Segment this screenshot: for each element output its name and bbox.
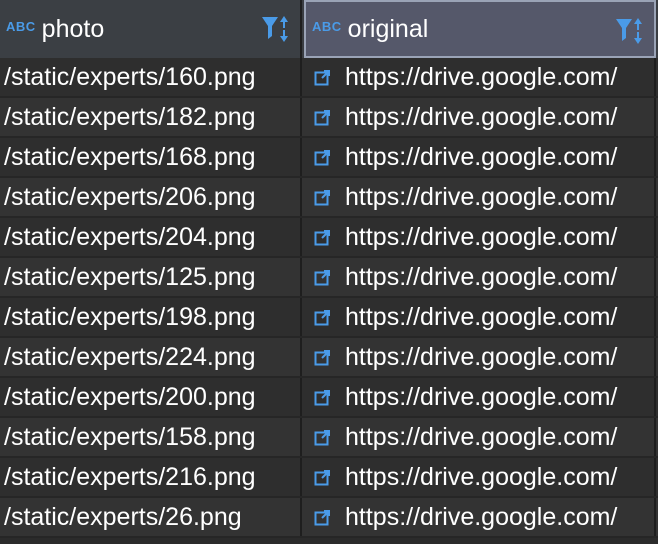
photo-cell[interactable]: /static/experts/216.png xyxy=(0,458,302,496)
data-grid: ABC photo ABC original /static/experts/1… xyxy=(0,0,658,544)
external-link-icon[interactable] xyxy=(314,69,331,86)
original-url: https://drive.google.com/ xyxy=(345,142,618,171)
filter-sort-icon[interactable] xyxy=(260,14,292,44)
external-link-icon[interactable] xyxy=(314,349,331,366)
table-row[interactable]: /static/experts/216.png https://drive.go… xyxy=(0,458,658,498)
original-cell[interactable]: https://drive.google.com/ xyxy=(304,458,656,496)
filter-sort-icon[interactable] xyxy=(614,16,646,46)
original-cell[interactable]: https://drive.google.com/ xyxy=(304,178,656,216)
external-link-icon[interactable] xyxy=(314,149,331,166)
column-header-photo[interactable]: ABC photo xyxy=(0,0,302,58)
string-type-badge: ABC xyxy=(312,18,342,34)
original-cell[interactable]: https://drive.google.com/ xyxy=(304,418,656,456)
original-url: https://drive.google.com/ xyxy=(345,102,618,131)
external-link-icon[interactable] xyxy=(314,309,331,326)
photo-cell[interactable]: /static/experts/158.png xyxy=(0,418,302,456)
photo-cell[interactable]: /static/experts/206.png xyxy=(0,178,302,216)
photo-cell[interactable]: /static/experts/200.png xyxy=(0,378,302,416)
table-row[interactable]: /static/experts/198.png https://drive.go… xyxy=(0,298,658,338)
external-link-icon[interactable] xyxy=(314,429,331,446)
column-header-label: photo xyxy=(41,14,105,43)
original-url: https://drive.google.com/ xyxy=(345,182,618,211)
original-url: https://drive.google.com/ xyxy=(345,262,618,291)
column-header-label: original xyxy=(347,14,429,43)
table-row[interactable]: /static/experts/224.png https://drive.go… xyxy=(0,338,658,378)
original-cell[interactable]: https://drive.google.com/ xyxy=(304,258,656,296)
photo-cell[interactable]: /static/experts/182.png xyxy=(0,98,302,136)
original-url: https://drive.google.com/ xyxy=(345,382,618,411)
external-link-icon[interactable] xyxy=(314,469,331,486)
original-url: https://drive.google.com/ xyxy=(345,302,618,331)
table-row[interactable]: /static/experts/182.png https://drive.go… xyxy=(0,98,658,138)
column-header-original[interactable]: ABC original xyxy=(304,0,656,58)
photo-cell[interactable]: /static/experts/160.png xyxy=(0,58,302,96)
table-row[interactable]: /static/experts/200.png https://drive.go… xyxy=(0,378,658,418)
external-link-icon[interactable] xyxy=(314,189,331,206)
original-cell[interactable]: https://drive.google.com/ xyxy=(304,98,656,136)
external-link-icon[interactable] xyxy=(314,109,331,126)
photo-cell[interactable]: /static/experts/26.png xyxy=(0,498,302,536)
table-row[interactable]: /static/experts/160.png https://drive.go… xyxy=(0,58,658,98)
photo-cell[interactable]: /static/experts/204.png xyxy=(0,218,302,256)
original-cell[interactable]: https://drive.google.com/ xyxy=(304,338,656,376)
original-cell[interactable]: https://drive.google.com/ xyxy=(304,58,656,96)
external-link-icon[interactable] xyxy=(314,389,331,406)
photo-cell[interactable]: /static/experts/198.png xyxy=(0,298,302,336)
original-url: https://drive.google.com/ xyxy=(345,342,618,371)
table-row[interactable]: /static/experts/168.png https://drive.go… xyxy=(0,138,658,178)
photo-cell[interactable]: /static/experts/224.png xyxy=(0,338,302,376)
table-row[interactable]: /static/experts/206.png https://drive.go… xyxy=(0,178,658,218)
original-url: https://drive.google.com/ xyxy=(345,222,618,251)
original-cell[interactable]: https://drive.google.com/ xyxy=(304,498,656,536)
original-cell[interactable]: https://drive.google.com/ xyxy=(304,378,656,416)
original-cell[interactable]: https://drive.google.com/ xyxy=(304,298,656,336)
table-row[interactable]: /static/experts/158.png https://drive.go… xyxy=(0,418,658,458)
original-url: https://drive.google.com/ xyxy=(345,462,618,491)
grid-header: ABC photo ABC original xyxy=(0,0,658,59)
original-url: https://drive.google.com/ xyxy=(345,422,618,451)
external-link-icon[interactable] xyxy=(314,509,331,526)
photo-cell[interactable]: /static/experts/125.png xyxy=(0,258,302,296)
string-type-badge: ABC xyxy=(6,18,36,34)
external-link-icon[interactable] xyxy=(314,229,331,246)
table-row[interactable]: /static/experts/125.png https://drive.go… xyxy=(0,258,658,298)
external-link-icon[interactable] xyxy=(314,269,331,286)
photo-cell[interactable]: /static/experts/168.png xyxy=(0,138,302,176)
table-row[interactable]: /static/experts/26.png https://drive.goo… xyxy=(0,498,658,538)
original-url: https://drive.google.com/ xyxy=(345,62,618,91)
original-cell[interactable]: https://drive.google.com/ xyxy=(304,218,656,256)
grid-body: /static/experts/160.png https://drive.go… xyxy=(0,58,658,538)
original-url: https://drive.google.com/ xyxy=(345,502,618,531)
original-cell[interactable]: https://drive.google.com/ xyxy=(304,138,656,176)
table-row[interactable]: /static/experts/204.png https://drive.go… xyxy=(0,218,658,258)
